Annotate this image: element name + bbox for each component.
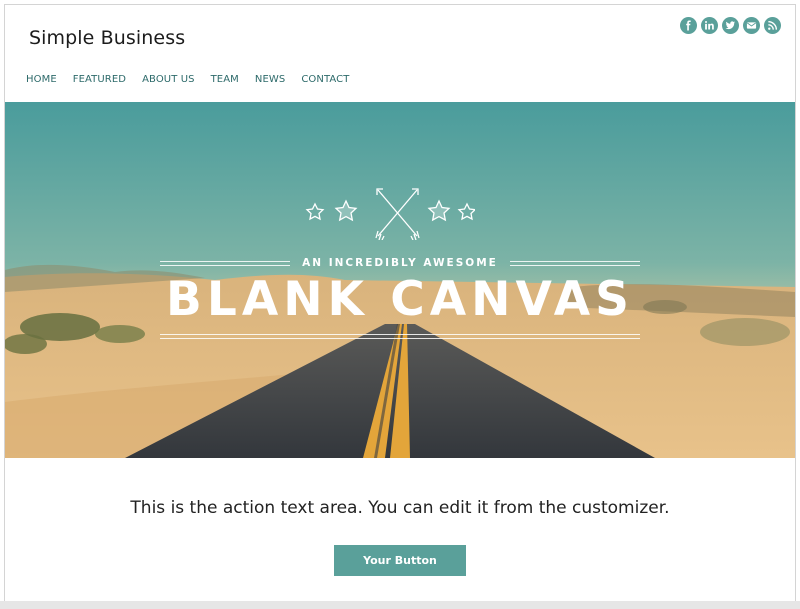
hero-banner: AN INCREDIBLY AWESOME BLANK CANVAS bbox=[5, 102, 795, 458]
tagline-row: AN INCREDIBLY AWESOME bbox=[160, 255, 640, 271]
twitter-icon[interactable] bbox=[722, 17, 739, 34]
tagline-rule-right bbox=[509, 260, 640, 266]
nav-news[interactable]: NEWS bbox=[255, 74, 285, 85]
main-nav: HOME FEATURED ABOUT US TEAM NEWS CONTACT bbox=[26, 74, 349, 85]
stars-arrows-emblem-icon bbox=[305, 188, 475, 240]
nav-team[interactable]: TEAM bbox=[211, 74, 239, 85]
site-header: Simple Business HOME FEATURED ABOUT US T… bbox=[5, 5, 795, 102]
action-area: This is the action text area. You can ed… bbox=[5, 458, 795, 606]
page-frame: Simple Business HOME FEATURED ABOUT US T… bbox=[4, 4, 796, 609]
nav-contact[interactable]: CONTACT bbox=[301, 74, 349, 85]
hero-title-rule bbox=[160, 334, 640, 339]
nav-home[interactable]: HOME bbox=[26, 74, 57, 85]
action-button[interactable]: Your Button bbox=[334, 545, 466, 576]
hero-title: BLANK CANVAS bbox=[166, 272, 634, 327]
nav-about-us[interactable]: ABOUT US bbox=[142, 74, 194, 85]
email-icon[interactable] bbox=[743, 17, 760, 34]
site-title[interactable]: Simple Business bbox=[29, 27, 185, 49]
social-links bbox=[680, 17, 781, 34]
hero-tagline: AN INCREDIBLY AWESOME bbox=[302, 257, 498, 269]
linkedin-icon[interactable] bbox=[701, 17, 718, 34]
nav-featured[interactable]: FEATURED bbox=[73, 74, 126, 85]
footer-strip bbox=[0, 601, 800, 609]
rss-icon[interactable] bbox=[764, 17, 781, 34]
tagline-rule-left bbox=[160, 260, 291, 266]
action-text: This is the action text area. You can ed… bbox=[130, 498, 670, 518]
facebook-icon[interactable] bbox=[680, 17, 697, 34]
